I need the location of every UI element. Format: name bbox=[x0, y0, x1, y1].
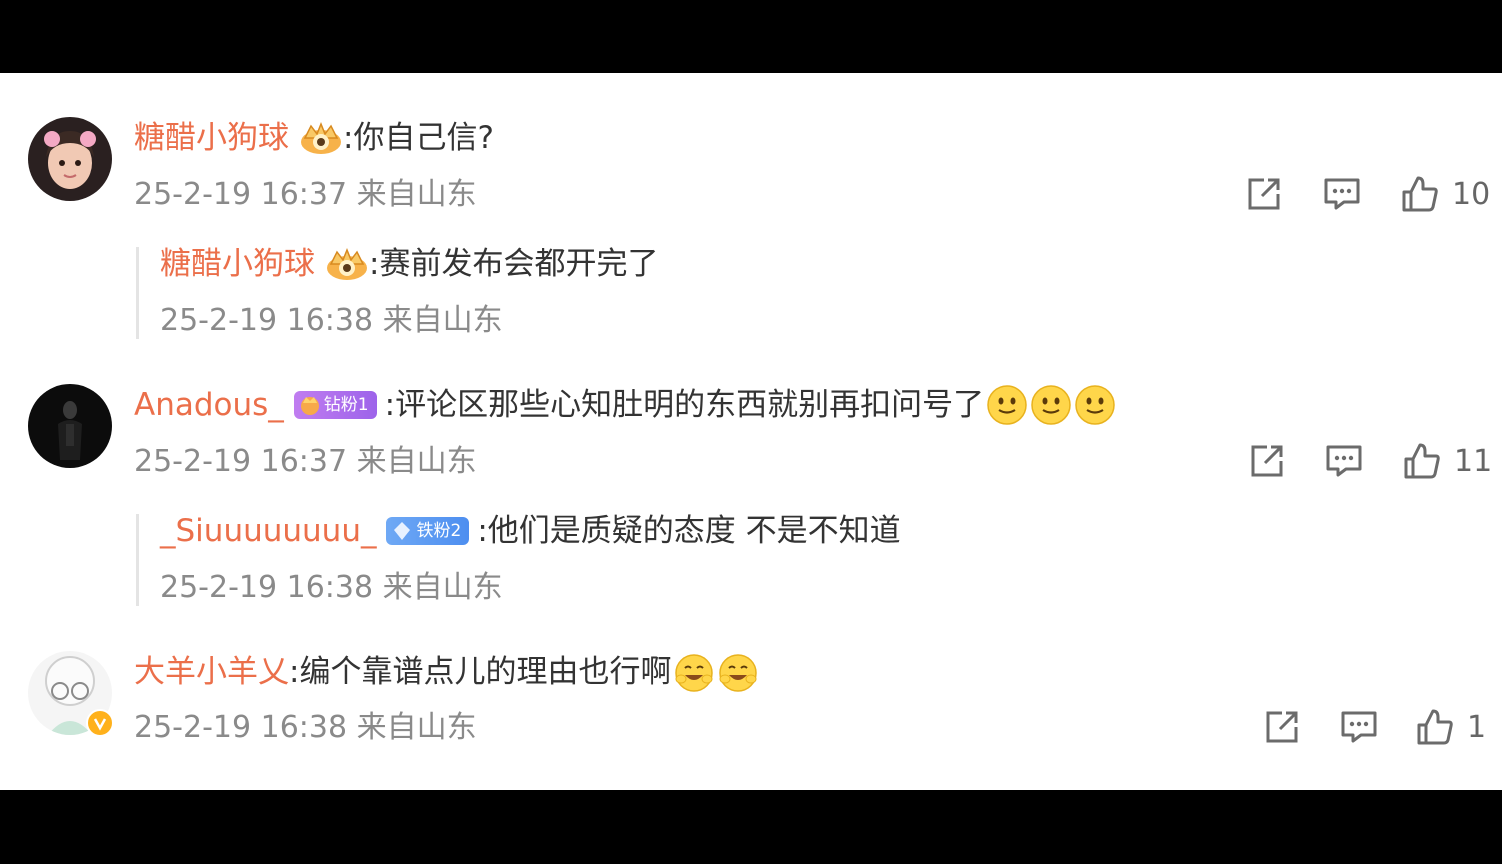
timestamp-location: 25-2-19 16:38 来自山东 bbox=[134, 710, 477, 745]
share-button[interactable] bbox=[1262, 704, 1302, 750]
laugh-emoji-icon bbox=[673, 651, 715, 693]
share-icon bbox=[1266, 711, 1298, 743]
username-link[interactable]: _Siuuuuuuuu_ bbox=[160, 511, 376, 551]
fan-badge-label: 钻粉1 bbox=[323, 395, 369, 415]
avatar[interactable] bbox=[28, 117, 112, 201]
thumbs-up-icon bbox=[1404, 443, 1440, 479]
timestamp-location: 25-2-19 16:37 来自山东 bbox=[134, 444, 477, 479]
crown-badge-icon bbox=[299, 120, 343, 156]
timestamp-location: 25-2-19 16:37 来自山东 bbox=[134, 177, 477, 212]
like-count: 11 bbox=[1454, 443, 1493, 479]
share-button[interactable] bbox=[1247, 438, 1287, 484]
comment-button[interactable] bbox=[1324, 438, 1364, 484]
timestamp-location: 25-2-19 16:38 来自山东 bbox=[160, 303, 503, 338]
comment-text: :评论区那些心知肚明的东西就别再扣问号了 bbox=[384, 387, 985, 423]
fan-badge-label: 铁粉2 bbox=[416, 521, 462, 541]
comment-icon bbox=[1341, 711, 1377, 743]
share-icon bbox=[1248, 178, 1280, 210]
comment-actions: 1 bbox=[1202, 704, 1502, 750]
reply-item: _Siuuuuuuuu_ 铁粉2 :他们是质疑的态度 不是不知道 25-2-19… bbox=[136, 511, 1239, 606]
smile-emoji-icon bbox=[986, 384, 1028, 426]
comment-icon bbox=[1326, 445, 1362, 477]
comment-content: 大羊小羊乂 :编个靠谱点儿的理由也行啊 bbox=[134, 652, 759, 692]
avatar[interactable] bbox=[28, 384, 112, 468]
comment-actions: 11 bbox=[1202, 438, 1502, 484]
crown-badge-icon bbox=[325, 246, 369, 282]
comment-text: :编个靠谱点儿的理由也行啊 bbox=[289, 654, 672, 690]
reply-item: 糖醋小狗球 :赛前发布会都开完了 25-2-19 16:38 来自山东 bbox=[136, 244, 1239, 339]
smile-emoji-icon bbox=[1074, 384, 1116, 426]
comment-content: Anadous_ 钻粉1 :评论区那些心知肚明的东西就别再扣问号了 bbox=[134, 385, 1116, 425]
comment-button[interactable] bbox=[1339, 704, 1379, 750]
reply-content: 糖醋小狗球 :赛前发布会都开完了 bbox=[160, 244, 658, 284]
username-link[interactable]: 糖醋小狗球 bbox=[160, 244, 315, 284]
comment-button[interactable] bbox=[1322, 171, 1362, 217]
like-button[interactable]: 11 bbox=[1402, 438, 1492, 484]
fan-badge: 钻粉1 bbox=[293, 391, 377, 419]
crown-badge-icon bbox=[298, 393, 322, 417]
reply-text: :他们是质疑的态度 不是不知道 bbox=[477, 513, 901, 549]
like-count: 10 bbox=[1452, 176, 1491, 212]
username-link[interactable]: 大羊小羊乂 bbox=[134, 652, 289, 692]
comment-content: 糖醋小狗球 :你自己信? bbox=[134, 118, 494, 158]
diamond-icon bbox=[390, 519, 414, 543]
thumbs-up-icon bbox=[1417, 709, 1453, 745]
comment-icon bbox=[1324, 178, 1360, 210]
verified-v-icon bbox=[86, 709, 114, 737]
smile-emoji-icon bbox=[1030, 384, 1072, 426]
share-icon bbox=[1251, 445, 1283, 477]
fan-badge: 铁粉2 bbox=[386, 517, 470, 545]
reply-text: :赛前发布会都开完了 bbox=[369, 246, 659, 282]
avatar[interactable] bbox=[28, 651, 114, 737]
thumbs-up-icon bbox=[1402, 176, 1438, 212]
laugh-emoji-icon bbox=[717, 651, 759, 693]
comment-actions: 10 bbox=[1202, 171, 1502, 217]
comment-panel: 糖醋小狗球 :你自己信? 25-2-19 16:37 来自山东 10 糖醋小狗球… bbox=[0, 73, 1502, 790]
like-count: 1 bbox=[1467, 709, 1487, 745]
share-button[interactable] bbox=[1244, 171, 1284, 217]
username-link[interactable]: 糖醋小狗球 bbox=[134, 118, 289, 158]
like-button[interactable]: 10 bbox=[1400, 171, 1490, 217]
timestamp-location: 25-2-19 16:38 来自山东 bbox=[160, 570, 503, 605]
comment-text: :你自己信? bbox=[343, 120, 494, 156]
username-link[interactable]: Anadous_ bbox=[134, 385, 284, 425]
like-button[interactable]: 1 bbox=[1415, 704, 1486, 750]
reply-content: _Siuuuuuuuu_ 铁粉2 :他们是质疑的态度 不是不知道 bbox=[160, 511, 901, 551]
